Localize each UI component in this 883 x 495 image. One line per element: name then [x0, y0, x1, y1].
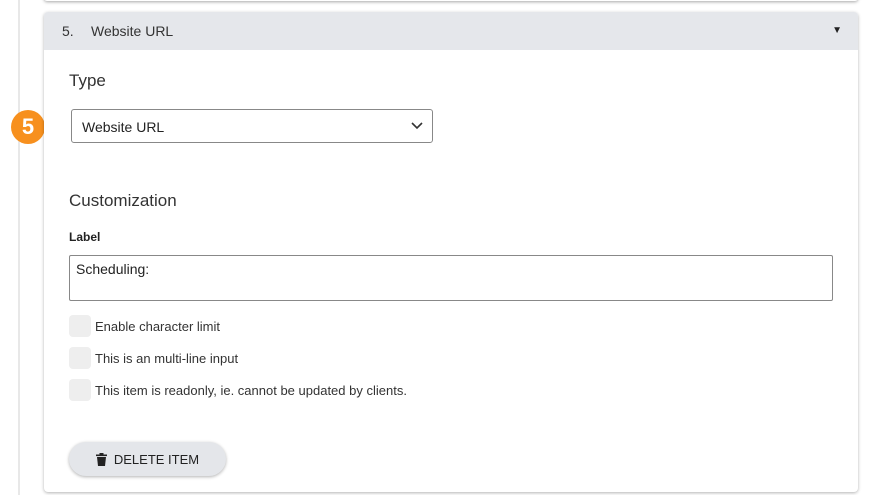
type-select[interactable]: Website URL [71, 109, 433, 143]
step-badge: 5 [11, 110, 45, 144]
checkbox-character-limit[interactable]: Enable character limit [69, 315, 220, 337]
checkbox-multi-line[interactable]: This is an multi-line input [69, 347, 238, 369]
checkbox-box[interactable] [69, 347, 91, 369]
chevron-down-icon [411, 122, 423, 130]
item-header[interactable]: 5. Website URL ▼ [44, 12, 858, 50]
collapse-caret-icon[interactable]: ▼ [832, 25, 842, 36]
label-caption: Label [69, 230, 101, 244]
customization-heading: Customization [69, 191, 177, 210]
checkbox-box[interactable] [69, 379, 91, 401]
timeline-rail [18, 0, 20, 495]
checkbox-readonly[interactable]: This item is readonly, ie. cannot be upd… [69, 379, 407, 401]
item-card: 5. Website URL ▼ Type Website URL Custom… [44, 12, 858, 492]
item-title: Website URL [91, 23, 174, 39]
checkbox-box[interactable] [69, 315, 91, 337]
type-select-value: Website URL [82, 119, 165, 135]
delete-item-label: DELETE ITEM [113, 451, 200, 467]
checkbox-label: Enable character limit [95, 318, 220, 334]
checkbox-label: This item is readonly, ie. cannot be upd… [95, 382, 407, 398]
type-heading: Type [69, 71, 106, 90]
checkbox-label: This is an multi-line input [95, 350, 239, 366]
delete-item-button[interactable]: DELETE ITEM [69, 442, 226, 476]
label-textarea[interactable]: Scheduling: [69, 255, 833, 301]
trash-icon [95, 452, 107, 466]
item-number: 5. [62, 23, 74, 39]
previous-item-card [44, 0, 858, 1]
